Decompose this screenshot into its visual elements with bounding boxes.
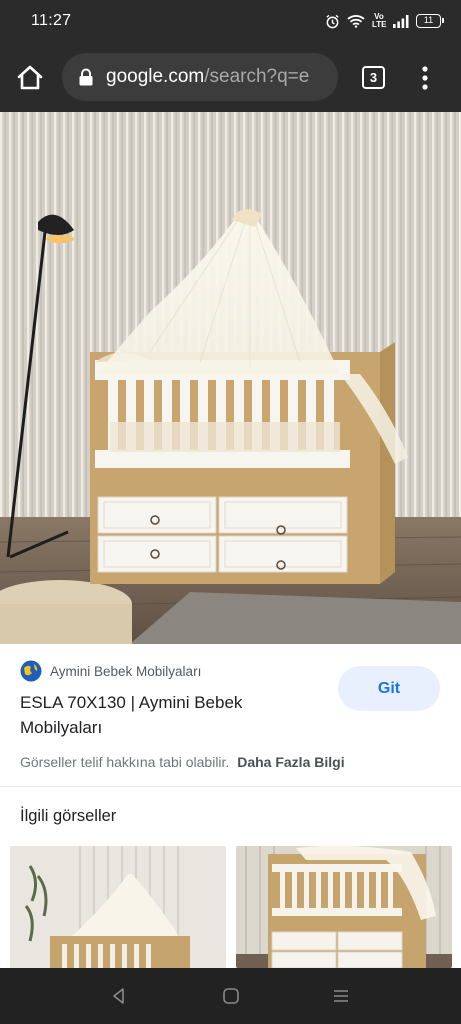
home-icon[interactable] — [15, 63, 45, 93]
lock-icon — [79, 68, 93, 86]
url-domain: google.com — [106, 66, 205, 87]
recents-icon[interactable] — [332, 987, 350, 1005]
status-icons: Vo LTE 11 — [325, 12, 444, 29]
status-time: 11:27 — [31, 12, 72, 29]
source-name: Aymini Bebek Mobilyaları — [50, 663, 202, 679]
more-vert-icon[interactable] — [414, 64, 436, 92]
browser-toolbar: google.com/search?q=e 3 — [0, 42, 461, 112]
site-favicon-icon — [20, 660, 42, 682]
result-title[interactable]: ESLA 70X130 | Aymini Bebek Mobilyaları — [20, 690, 320, 740]
related-heading: İlgili görseller — [20, 807, 117, 825]
back-icon[interactable] — [110, 987, 128, 1005]
tabs-icon[interactable]: 3 — [362, 66, 385, 89]
signal-icon — [393, 14, 409, 28]
result-image[interactable] — [0, 112, 461, 644]
status-bar: 11:27 Vo LTE 11 — [0, 0, 461, 42]
lte-label: Vo LTE — [372, 12, 387, 29]
url-text: google.com/search?q=e — [106, 66, 309, 88]
copyright-notice: Görseller telif hakkına tabi olabilir. D… — [20, 754, 345, 770]
visit-button[interactable]: Git — [338, 666, 440, 711]
source-row[interactable]: Aymini Bebek Mobilyaları — [20, 660, 201, 682]
alarm-icon — [326, 14, 339, 28]
crib-photo — [0, 112, 461, 644]
copyright-text: Görseller telif hakkına tabi olabilir. — [20, 754, 230, 770]
wifi-icon — [347, 15, 365, 28]
more-info-link[interactable]: Daha Fazla Bilgi — [237, 754, 344, 770]
related-image-thumbnail[interactable] — [10, 846, 226, 968]
home-circle-icon[interactable] — [222, 987, 240, 1005]
related-image-thumbnail[interactable] — [236, 846, 452, 968]
divider — [0, 786, 461, 787]
related-image-1 — [10, 846, 226, 968]
url-bar[interactable]: google.com/search?q=e — [62, 53, 338, 101]
system-nav-bar — [0, 968, 461, 1024]
related-image-2 — [236, 846, 452, 968]
volte-icon: Vo LTE — [372, 12, 387, 29]
battery-icon: 11 — [416, 14, 444, 28]
url-path: /search?q=e — [204, 66, 310, 87]
